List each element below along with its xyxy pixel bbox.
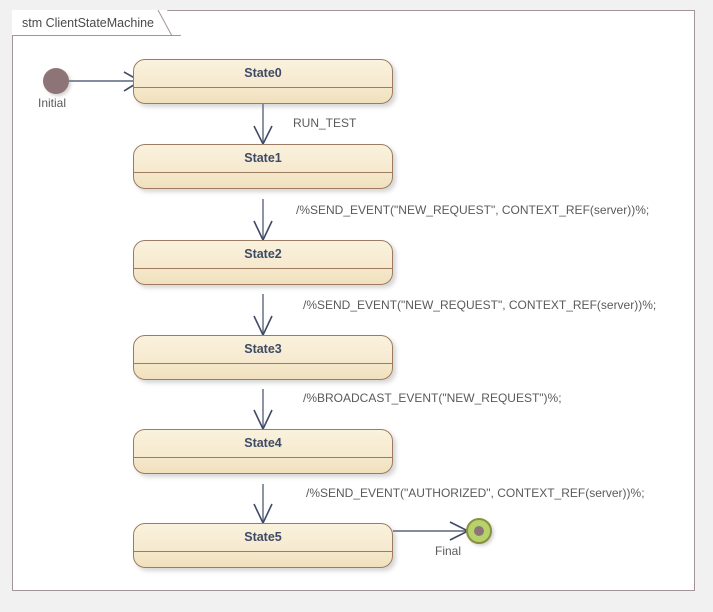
state-body xyxy=(134,88,392,104)
state-title: State5 xyxy=(134,524,392,552)
final-state-label: Final xyxy=(435,544,462,558)
state-node-state0[interactable]: State0 xyxy=(133,59,393,104)
state-body xyxy=(134,173,392,189)
transition-label-state4-state5: /%SEND_EVENT("AUTHORIZED", CONTEXT_REF(s… xyxy=(306,486,645,500)
state-node-state4[interactable]: State4 xyxy=(133,429,393,474)
transition-label-state3-state4: /%BROADCAST_EVENT("NEW_REQUEST")%; xyxy=(303,391,562,405)
state-node-state3[interactable]: State3 xyxy=(133,335,393,380)
state-node-state1[interactable]: State1 xyxy=(133,144,393,189)
initial-pseudostate-node[interactable] xyxy=(43,68,69,94)
state-title: State2 xyxy=(134,241,392,269)
state-body xyxy=(134,552,392,568)
state-title: State4 xyxy=(134,430,392,458)
state-node-state5[interactable]: State5 xyxy=(133,523,393,568)
diagram-frame-title-tab: stm ClientStateMachine xyxy=(12,10,181,36)
state-body xyxy=(134,269,392,285)
state-title: State0 xyxy=(134,60,392,88)
final-state-node[interactable] xyxy=(466,518,492,544)
state-node-state2[interactable]: State2 xyxy=(133,240,393,285)
transition-label-run-test: RUN_TEST xyxy=(293,116,357,130)
initial-pseudostate-label: Initial xyxy=(38,96,67,110)
state-title: State3 xyxy=(134,336,392,364)
state-body xyxy=(134,364,392,380)
transition-label-state2-state3: /%SEND_EVENT("NEW_REQUEST", CONTEXT_REF(… xyxy=(303,298,657,312)
state-title: State1 xyxy=(134,145,392,173)
state-body xyxy=(134,458,392,474)
diagram-canvas: stm ClientStateMachine Initial State0 St… xyxy=(0,0,713,612)
diagram-frame-title: stm ClientStateMachine xyxy=(22,15,155,30)
transition-label-state1-state2: /%SEND_EVENT("NEW_REQUEST", CONTEXT_REF(… xyxy=(296,203,650,217)
